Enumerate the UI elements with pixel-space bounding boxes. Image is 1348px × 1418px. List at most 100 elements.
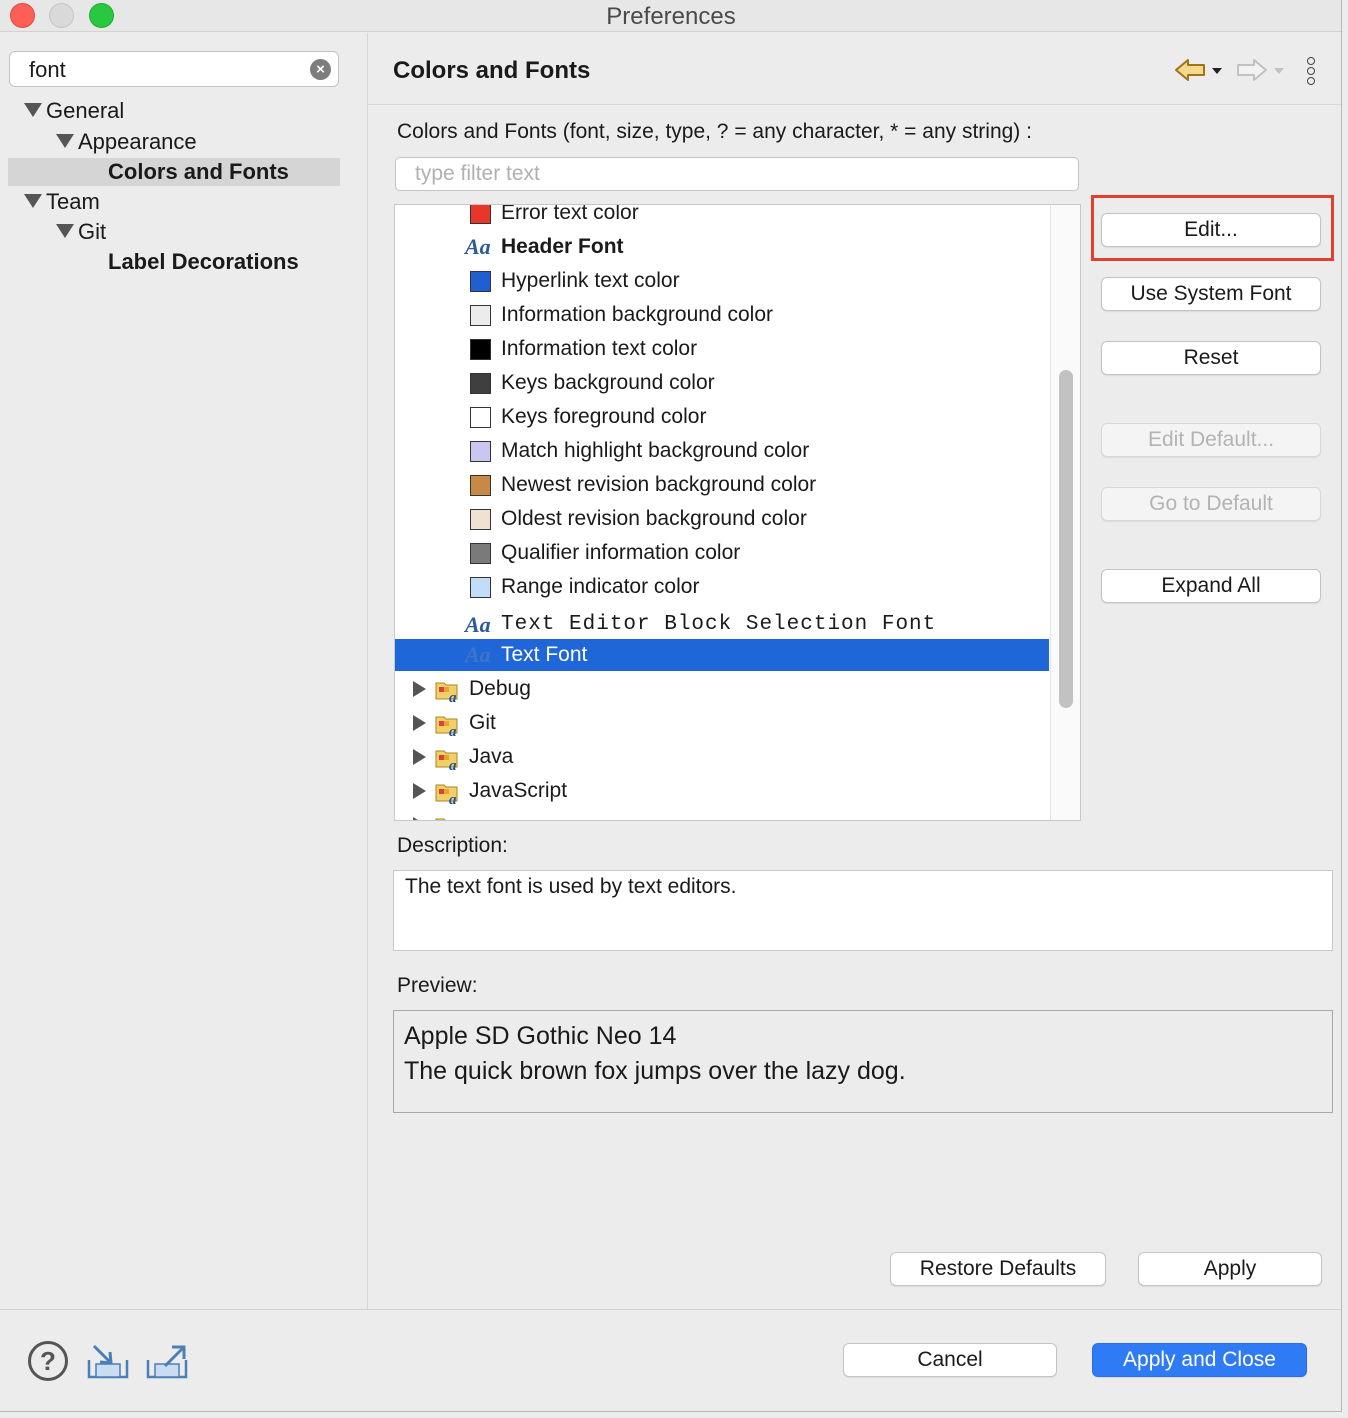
cancel-button[interactable]: Cancel bbox=[843, 1343, 1057, 1377]
help-icon[interactable]: ? bbox=[28, 1341, 68, 1381]
tree-row[interactable]: Keys foreground color bbox=[395, 400, 1049, 434]
expanded-triangle-icon[interactable] bbox=[56, 224, 74, 238]
folder-icon: a bbox=[435, 784, 458, 805]
edit-default-button[interactable]: Edit Default... bbox=[1101, 423, 1321, 457]
collapsed-triangle-icon[interactable] bbox=[413, 681, 426, 697]
row-label: Range indicator color bbox=[501, 575, 700, 598]
expanded-triangle-icon[interactable] bbox=[24, 103, 42, 117]
tree-row-selected[interactable]: Aa Text Font bbox=[395, 639, 1049, 671]
preview-box: Apple SD Gothic Neo 14 The quick brown f… bbox=[393, 1010, 1333, 1113]
reset-button[interactable]: Reset bbox=[1101, 341, 1321, 375]
category-label: Java bbox=[469, 745, 514, 768]
tree-category[interactable]: a JavaScript bbox=[395, 774, 1049, 808]
tree-row[interactable]: Aa Header Font bbox=[395, 230, 1049, 264]
expand-all-button[interactable]: Expand All bbox=[1101, 569, 1321, 603]
row-label: Text Editor Block Selection Font bbox=[501, 613, 937, 636]
tree-item-label: General bbox=[46, 98, 125, 123]
edit-button[interactable]: Edit... bbox=[1101, 213, 1321, 247]
restore-defaults-button[interactable]: Restore Defaults bbox=[890, 1252, 1106, 1286]
tree-row[interactable]: Newest revision background color bbox=[395, 468, 1049, 502]
tree-row[interactable]: Range indicator color bbox=[395, 570, 1049, 604]
row-label: Keys foreground color bbox=[501, 405, 707, 428]
row-label: Information text color bbox=[501, 337, 698, 360]
tree-row[interactable]: Error text color bbox=[395, 205, 1049, 230]
color-swatch bbox=[470, 373, 491, 394]
tree-category-partial[interactable] bbox=[395, 808, 1049, 820]
scrollbar-thumb[interactable] bbox=[1059, 370, 1073, 708]
tree-row[interactable]: Information background color bbox=[395, 298, 1049, 332]
colors-fonts-tree[interactable]: Error text color Aa Header Font Hyperlin… bbox=[394, 204, 1081, 821]
tree-scrollbar[interactable] bbox=[1050, 205, 1080, 820]
collapsed-triangle-icon[interactable] bbox=[413, 715, 426, 731]
apply-button[interactable]: Apply bbox=[1138, 1252, 1322, 1286]
color-swatch bbox=[470, 543, 491, 564]
tree-category[interactable]: a Git bbox=[395, 706, 1049, 740]
expanded-triangle-icon[interactable] bbox=[24, 194, 42, 208]
tree-item-label: Appearance bbox=[78, 129, 197, 154]
color-swatch bbox=[470, 339, 491, 360]
tree-row[interactable]: Oldest revision background color bbox=[395, 502, 1049, 536]
tree-item-appearance[interactable]: Appearance bbox=[56, 127, 197, 157]
row-label: Keys background color bbox=[501, 371, 715, 394]
filter-label: Colors and Fonts (font, size, type, ? = … bbox=[397, 120, 1032, 143]
folder-icon bbox=[435, 818, 446, 820]
preference-page: Colors and Fonts Colors and Fonts (font,… bbox=[367, 33, 1341, 1309]
tree-item-git[interactable]: Git bbox=[56, 217, 106, 247]
search-box: × bbox=[9, 51, 339, 87]
search-input[interactable] bbox=[29, 57, 309, 83]
tree-category[interactable]: a Debug bbox=[395, 672, 1049, 706]
more-options-icon[interactable] bbox=[1307, 57, 1317, 89]
tree-item-general[interactable]: General bbox=[24, 96, 124, 126]
use-system-font-button[interactable]: Use System Font bbox=[1101, 277, 1321, 311]
color-swatch bbox=[470, 475, 491, 496]
tree-row[interactable]: Hyperlink text color bbox=[395, 264, 1049, 298]
export-icon[interactable] bbox=[145, 1342, 189, 1380]
go-to-default-button[interactable]: Go to Default bbox=[1101, 487, 1321, 521]
tree-item-label: Git bbox=[78, 219, 107, 244]
tree-category[interactable]: a Java bbox=[395, 740, 1049, 774]
tree-item-colors-and-fonts[interactable]: Colors and Fonts bbox=[108, 157, 289, 187]
svg-text:a: a bbox=[449, 724, 457, 737]
expanded-triangle-icon[interactable] bbox=[56, 134, 74, 148]
tree-row[interactable]: Information text color bbox=[395, 332, 1049, 366]
forward-arrow-icon[interactable] bbox=[1236, 57, 1288, 83]
color-swatch bbox=[470, 407, 491, 428]
back-arrow-icon[interactable] bbox=[1174, 57, 1226, 83]
color-swatch bbox=[470, 509, 491, 530]
folder-icon: a bbox=[435, 750, 458, 771]
row-label: Information background color bbox=[501, 303, 773, 326]
folder-icon: a bbox=[435, 682, 458, 703]
category-label: Debug bbox=[469, 677, 531, 700]
tree-row[interactable]: Qualifier information color bbox=[395, 536, 1049, 570]
preference-tree-pane: × General Appearance Colors and Fonts Te… bbox=[0, 33, 366, 1309]
tree-row[interactable]: Match highlight background color bbox=[395, 434, 1049, 468]
tree-item-label: Label Decorations bbox=[108, 249, 299, 274]
category-label: Git bbox=[469, 711, 496, 734]
font-icon: Aa bbox=[465, 234, 491, 259]
tree-item-label: Team bbox=[46, 189, 100, 214]
filter-input[interactable] bbox=[395, 157, 1079, 191]
tree-item-team[interactable]: Team bbox=[24, 187, 100, 217]
tree-row[interactable]: Aa Text Editor Block Selection Font bbox=[395, 608, 1049, 642]
color-swatch bbox=[470, 271, 491, 292]
preferences-window: Preferences × General Appearance Colors … bbox=[0, 0, 1342, 1412]
collapsed-triangle-icon[interactable] bbox=[413, 783, 426, 799]
row-label: Hyperlink text color bbox=[501, 269, 680, 292]
clear-search-icon[interactable]: × bbox=[310, 59, 331, 80]
apply-and-close-button[interactable]: Apply and Close bbox=[1092, 1343, 1307, 1377]
page-title: Colors and Fonts bbox=[393, 57, 591, 84]
svg-text:a: a bbox=[449, 758, 457, 771]
dialog-footer: ? Cancel Apply and Close bbox=[0, 1309, 1341, 1411]
preview-label: Preview: bbox=[397, 974, 478, 997]
preview-sample-text: The quick brown fox jumps over the lazy … bbox=[404, 1057, 906, 1085]
font-icon: Aa bbox=[465, 612, 491, 637]
tree-item-label: Colors and Fonts bbox=[108, 159, 289, 184]
page-header: Colors and Fonts bbox=[368, 33, 1341, 105]
color-swatch bbox=[470, 577, 491, 598]
collapsed-triangle-icon[interactable] bbox=[413, 817, 426, 820]
tree-item-label-decorations[interactable]: Label Decorations bbox=[108, 247, 299, 277]
import-icon[interactable] bbox=[86, 1342, 130, 1380]
color-swatch bbox=[470, 441, 491, 462]
collapsed-triangle-icon[interactable] bbox=[413, 749, 426, 765]
tree-row[interactable]: Keys background color bbox=[395, 366, 1049, 400]
